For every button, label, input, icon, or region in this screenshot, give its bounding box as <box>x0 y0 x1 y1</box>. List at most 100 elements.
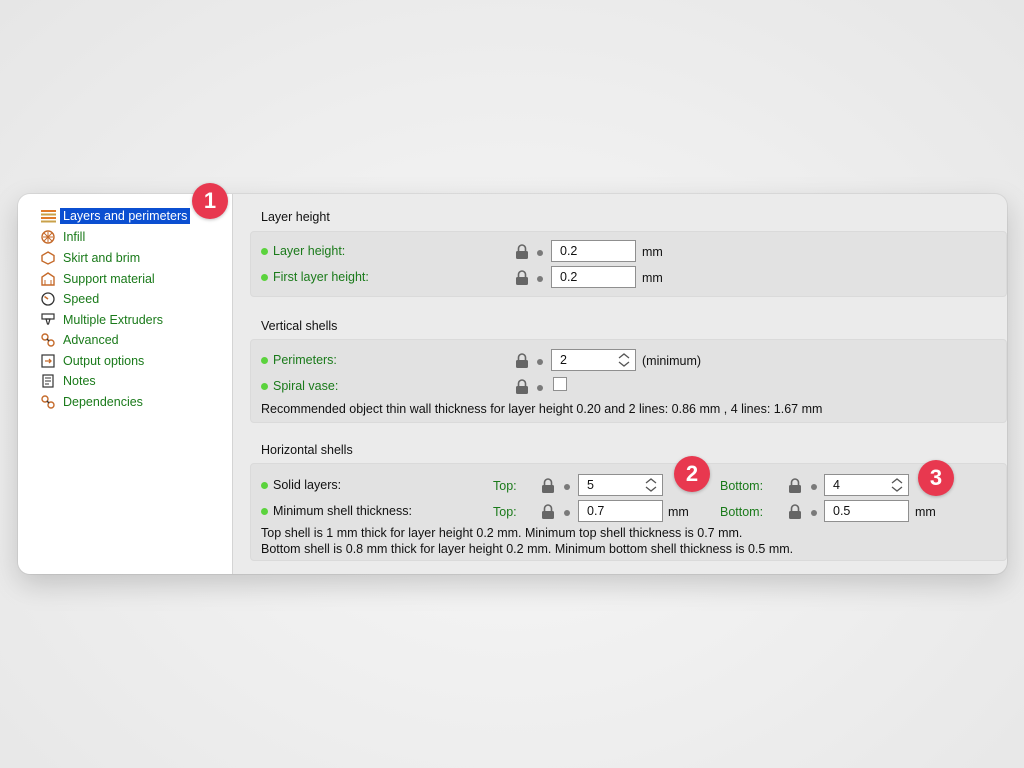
status-dot <box>261 507 268 515</box>
sidebar-item-label: Output options <box>63 354 145 368</box>
unit-label: mm <box>668 505 689 519</box>
infill-icon <box>40 229 56 245</box>
sidebar-item-label: Skirt and brim <box>63 251 141 265</box>
sidebar-item-label: Speed <box>63 292 100 306</box>
callout-badge-1: 1 <box>192 183 228 219</box>
system-value-dot <box>537 359 543 365</box>
sidebar-item-support-material[interactable]: Support material <box>40 270 158 288</box>
spiral-vase-label: Spiral vase: <box>261 379 338 393</box>
solid-top-value: 5 <box>587 478 594 492</box>
perimeters-suffix: (minimum) <box>642 354 702 368</box>
sidebar-item-advanced[interactable]: Advanced <box>40 331 122 349</box>
top-label: Top: <box>493 505 517 519</box>
first-layer-height-label: First layer height: <box>261 270 369 284</box>
lock-icon[interactable] <box>515 270 529 285</box>
solid-layers-row: Solid layers: Top: 5 Bottom: 4 <box>251 474 1006 498</box>
sidebar-item-label: Advanced <box>63 333 119 347</box>
lock-icon[interactable] <box>541 478 555 493</box>
stepper-arrows-icon[interactable] <box>617 352 631 368</box>
lock-icon[interactable] <box>788 504 802 519</box>
callout-badge-2: 2 <box>674 456 710 492</box>
bottom-label: Bottom: <box>720 505 764 519</box>
solid-layers-label: Solid layers: <box>261 478 341 492</box>
solid-layers-top-stepper[interactable]: 5 <box>578 474 663 496</box>
print-settings-window: Layers and perimeters Infill Skirt and b… <box>18 194 1007 574</box>
system-value-dot <box>564 510 570 516</box>
lock-icon[interactable] <box>515 244 529 259</box>
lock-icon[interactable] <box>515 353 529 368</box>
status-dot <box>261 273 268 281</box>
minimum-shell-row: Minimum shell thickness: Top: 0.7 mm Bot… <box>251 500 1006 524</box>
sidebar-item-label: Notes <box>63 374 96 388</box>
first-layer-height-input[interactable]: 0.2 <box>551 266 636 288</box>
dependencies-icon <box>40 394 56 410</box>
status-dot <box>261 356 268 364</box>
solid-layers-bottom-stepper[interactable]: 4 <box>824 474 909 496</box>
first-layer-height-row: First layer height: 0.2 mm <box>251 266 1006 290</box>
system-value-dot <box>811 484 817 490</box>
system-value-dot <box>811 510 817 516</box>
sidebar-item-label: Support material <box>63 272 155 286</box>
unit-label: mm <box>915 505 936 519</box>
system-value-dot <box>564 484 570 490</box>
sidebar-item-label: Multiple Extruders <box>63 313 164 327</box>
system-value-dot <box>537 276 543 282</box>
sidebar-item-label: Infill <box>63 230 86 244</box>
sidebar-item-infill[interactable]: Infill <box>40 228 88 246</box>
settings-sidebar: Layers and perimeters Infill Skirt and b… <box>18 194 233 574</box>
min-shell-bottom-input[interactable]: 0.5 <box>824 500 909 522</box>
sidebar-item-multiple-extruders[interactable]: Multiple Extruders <box>40 311 166 329</box>
horizontal-shells-group: Solid layers: Top: 5 Bottom: 4 Minimum s… <box>250 463 1007 561</box>
skirt-brim-icon <box>40 250 56 266</box>
sidebar-item-dependencies[interactable]: Dependencies <box>40 393 146 411</box>
status-dot <box>261 247 268 255</box>
unit-label: mm <box>642 271 663 285</box>
stepper-arrows-icon[interactable] <box>890 477 904 493</box>
extruder-icon <box>40 312 56 328</box>
spiral-vase-checkbox[interactable] <box>553 377 567 391</box>
layer-height-label: Layer height: <box>261 244 345 258</box>
thin-wall-recommendation: Recommended object thin wall thickness f… <box>261 402 823 416</box>
notes-icon <box>40 373 56 389</box>
perimeters-row: Perimeters: 2 (minimum) <box>251 349 1006 373</box>
sidebar-item-label: Dependencies <box>63 395 143 409</box>
stepper-arrows-icon[interactable] <box>644 477 658 493</box>
top-shell-note: Top shell is 1 mm thick for layer height… <box>261 526 743 540</box>
bottom-shell-note: Bottom shell is 0.8 mm thick for layer h… <box>261 542 794 556</box>
sidebar-item-layers-and-perimeters[interactable]: Layers and perimeters <box>40 207 191 225</box>
status-dot <box>261 481 268 489</box>
top-label: Top: <box>493 479 517 493</box>
layer-height-group: Layer height: 0.2 mm First layer height:… <box>250 231 1007 297</box>
sidebar-item-label: Layers and perimeters <box>60 208 191 224</box>
minimum-shell-label: Minimum shell thickness: <box>261 504 412 518</box>
sidebar-item-skirt-and-brim[interactable]: Skirt and brim <box>40 249 143 267</box>
sidebar-item-speed[interactable]: Speed <box>40 290 102 308</box>
spiral-vase-row: Spiral vase: <box>251 375 1006 399</box>
sidebar-item-notes[interactable]: Notes <box>40 372 99 390</box>
perimeters-value: 2 <box>560 353 567 367</box>
layers-icon <box>40 208 56 224</box>
layer-height-input[interactable]: 0.2 <box>551 240 636 262</box>
bottom-label: Bottom: <box>720 479 764 493</box>
perimeters-stepper[interactable]: 2 <box>551 349 636 371</box>
system-value-dot <box>537 385 543 391</box>
min-shell-top-input[interactable]: 0.7 <box>578 500 663 522</box>
layer-height-row: Layer height: 0.2 mm <box>251 240 1006 264</box>
lock-icon[interactable] <box>541 504 555 519</box>
system-value-dot <box>537 250 543 256</box>
unit-label: mm <box>642 245 663 259</box>
perimeters-label: Perimeters: <box>261 353 337 367</box>
speed-gauge-icon <box>40 291 56 307</box>
support-material-icon <box>40 271 56 287</box>
settings-content: Layer height Layer height: 0.2 mm First … <box>233 194 1007 574</box>
lock-icon[interactable] <box>515 379 529 394</box>
section-title-layer-height: Layer height <box>261 210 330 224</box>
output-options-icon <box>40 353 56 369</box>
lock-icon[interactable] <box>788 478 802 493</box>
section-title-horizontal-shells: Horizontal shells <box>261 443 353 457</box>
sidebar-item-output-options[interactable]: Output options <box>40 352 147 370</box>
vertical-shells-group: Perimeters: 2 (minimum) Spiral vase: Rec… <box>250 339 1007 423</box>
advanced-wrench-icon <box>40 332 56 348</box>
status-dot <box>261 382 268 390</box>
solid-bottom-value: 4 <box>833 478 840 492</box>
